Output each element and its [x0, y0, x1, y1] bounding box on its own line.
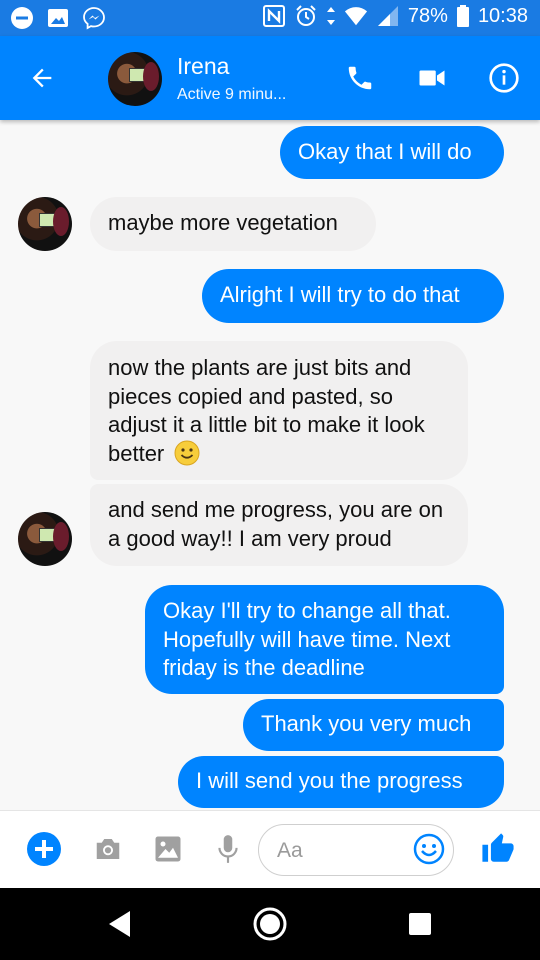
alarm-icon: [294, 4, 318, 28]
signal-icon: [376, 4, 400, 28]
message-bubble-sent[interactable]: Alright I will try to do that: [202, 269, 504, 323]
smiling-face-emoji-icon: [174, 440, 200, 474]
message-composer: Aa: [0, 810, 540, 889]
message-text: Alright I will try to do that: [220, 282, 460, 307]
message-text: maybe more vegetation: [108, 210, 338, 235]
gallery-icon[interactable]: [150, 831, 186, 867]
emoji-icon[interactable]: [411, 831, 447, 867]
message-bubble-received[interactable]: and send me progress, you are on a good …: [90, 484, 468, 566]
clock-time: 10:38: [477, 4, 528, 27]
recents-square-icon[interactable]: [400, 904, 440, 944]
status-bar: 78% 10:38: [0, 0, 540, 36]
contact-name[interactable]: Irena: [177, 53, 229, 80]
avatar[interactable]: [108, 52, 162, 106]
home-circle-icon[interactable]: [250, 904, 290, 944]
system-navigation-bar: [0, 888, 540, 960]
battery-percent: 78%: [407, 4, 448, 27]
image-icon: [46, 6, 70, 30]
plus-icon[interactable]: [26, 831, 62, 867]
message-bubble-sent[interactable]: Okay that I will do: [280, 126, 504, 179]
avatar[interactable]: [18, 197, 72, 251]
message-text: Okay that I will do: [298, 139, 472, 164]
message-text: Okay I'll try to change all that. Hopefu…: [163, 598, 451, 680]
back-arrow-icon[interactable]: [22, 56, 62, 100]
video-camera-icon[interactable]: [414, 60, 450, 96]
active-status: Active 9 minu...: [177, 86, 287, 103]
data-arrows-icon: [326, 4, 336, 28]
battery-icon: [456, 4, 470, 28]
nfc-icon: [262, 4, 286, 28]
message-bubble-received[interactable]: now the plants are just bits and pieces …: [90, 341, 468, 480]
message-bubble-sent[interactable]: Thank you very much: [243, 699, 504, 751]
message-text: I will send you the progress: [196, 768, 463, 793]
message-input-placeholder: Aa: [277, 839, 303, 862]
wifi-icon: [344, 4, 368, 28]
microphone-icon[interactable]: [210, 831, 246, 867]
message-bubble-received[interactable]: maybe more vegetation: [90, 197, 376, 251]
message-text: and send me progress, you are on a good …: [108, 497, 444, 551]
message-text: now the plants are just bits and pieces …: [108, 355, 425, 466]
phone-icon[interactable]: [342, 60, 378, 96]
like-icon[interactable]: [480, 831, 516, 867]
message-bubble-sent[interactable]: Okay I'll try to change all that. Hopefu…: [145, 585, 504, 694]
back-triangle-icon[interactable]: [100, 904, 140, 944]
camera-icon[interactable]: [90, 831, 126, 867]
message-text: Thank you very much: [261, 711, 472, 736]
info-icon[interactable]: [486, 60, 522, 96]
messenger-icon: [82, 6, 106, 30]
minus-circle-icon: [10, 6, 34, 30]
conversation-header: Irena Active 9 minu...: [0, 36, 540, 120]
message-bubble-sent[interactable]: I will send you the progress: [178, 756, 504, 808]
avatar[interactable]: [18, 512, 72, 566]
